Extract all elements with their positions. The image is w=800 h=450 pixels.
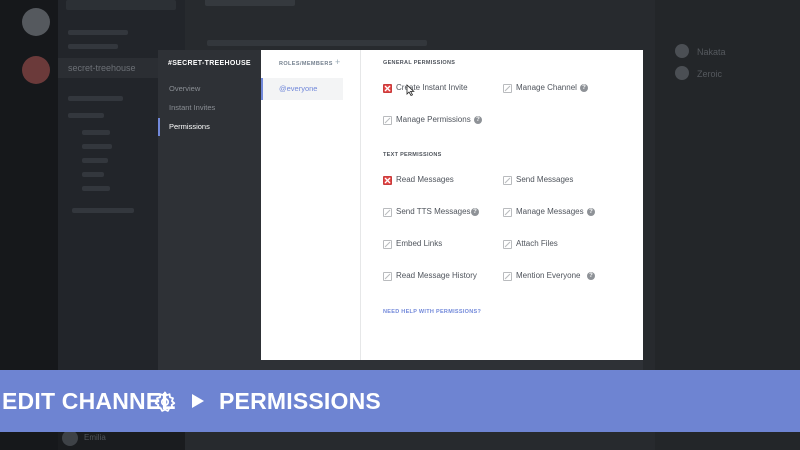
help-icon[interactable]: ? <box>587 208 595 216</box>
perm-label: Embed Links <box>396 239 443 248</box>
deny-checkbox[interactable] <box>383 176 392 185</box>
nav-item-instant-invites[interactable]: Instant Invites <box>158 99 261 117</box>
chat-message <box>207 40 427 46</box>
nav-item-permissions[interactable]: Permissions <box>158 118 261 136</box>
help-icon[interactable]: ? <box>587 272 595 280</box>
roles-header: ROLES/MEMBERS <box>279 61 333 67</box>
perm-manage-messages[interactable]: Manage Messages ? <box>503 207 603 218</box>
slash-icon <box>384 117 391 124</box>
slash-icon <box>384 273 391 280</box>
perm-label: Send Messages <box>516 175 574 184</box>
voice-channel[interactable] <box>68 113 104 118</box>
neutral-checkbox[interactable] <box>383 240 392 249</box>
username: Emilia <box>84 433 106 442</box>
slash-icon <box>504 209 511 216</box>
voice-user <box>82 144 112 149</box>
perm-label: Mention Everyone <box>516 271 581 280</box>
role-item-everyone[interactable]: @everyone <box>261 78 343 100</box>
help-permissions-link[interactable]: NEED HELP WITH PERMISSIONS? <box>383 309 481 315</box>
add-role-button[interactable]: + <box>335 57 340 67</box>
voice-user <box>82 186 110 191</box>
section-title-text: TEXT PERMISSIONS <box>383 152 442 158</box>
x-icon <box>384 177 391 184</box>
voice-channel[interactable] <box>72 208 134 213</box>
perm-read-message-history[interactable]: Read Message History <box>383 271 493 282</box>
member-name: Zeroic <box>697 69 723 79</box>
help-icon[interactable]: ? <box>471 208 479 216</box>
perm-create-instant-invite[interactable]: Create Instant Invite <box>383 83 493 94</box>
perm-mention-everyone[interactable]: Mention Everyone ? <box>503 271 603 282</box>
slash-icon <box>384 241 391 248</box>
perm-label: Manage Channel <box>516 83 577 92</box>
voice-user <box>82 158 108 163</box>
gear-icon <box>154 391 176 412</box>
neutral-checkbox[interactable] <box>383 272 392 281</box>
deny-checkbox[interactable] <box>383 84 392 93</box>
neutral-checkbox[interactable] <box>503 240 512 249</box>
channel-item[interactable] <box>68 30 128 35</box>
perm-label: Manage Permissions <box>396 115 471 124</box>
settings-sidebar: #SECRET-TREEHOUSE Overview Instant Invit… <box>158 50 261 370</box>
neutral-checkbox[interactable] <box>503 176 512 185</box>
member-name: Nakata <box>697 47 726 57</box>
perm-manage-permissions[interactable]: Manage Permissions ? <box>383 115 493 126</box>
perm-label: Manage Messages <box>516 207 584 216</box>
perm-read-messages[interactable]: Read Messages <box>383 175 493 186</box>
neutral-checkbox[interactable] <box>503 272 512 281</box>
perm-attach-files[interactable]: Attach Files <box>503 239 603 250</box>
category-header <box>68 96 123 101</box>
section-title-general: GENERAL PERMISSIONS <box>383 60 456 66</box>
neutral-checkbox[interactable] <box>503 84 512 93</box>
perm-label: Attach Files <box>516 239 558 248</box>
nav-item-overview[interactable]: Overview <box>158 80 261 98</box>
neutral-checkbox[interactable] <box>503 208 512 217</box>
perm-label: Read Message History <box>396 271 477 280</box>
slash-icon <box>384 209 391 216</box>
server-name <box>66 0 176 10</box>
perm-label: Send TTS Messages <box>396 207 471 216</box>
perm-label: Read Messages <box>396 175 454 184</box>
voice-user <box>82 130 110 135</box>
avatar <box>675 66 689 80</box>
voice-user <box>82 172 104 177</box>
channel-item[interactable] <box>68 44 118 49</box>
chat-header <box>205 0 295 6</box>
help-icon[interactable]: ? <box>474 116 482 124</box>
banner-title: EDIT CHANNEL <box>2 388 176 414</box>
settings-content: ROLES/MEMBERS + @everyone GENERAL PERMIS… <box>261 50 643 360</box>
channel-settings-modal: #SECRET-TREEHOUSE Overview Instant Invit… <box>158 50 643 370</box>
title-banner: EDIT CHANNEL PERMISSIONS <box>0 370 800 432</box>
neutral-checkbox[interactable] <box>383 116 392 125</box>
play-arrow-icon <box>192 394 204 408</box>
slash-icon <box>504 85 511 92</box>
perm-send-tts-messages[interactable]: Send TTS Messages ? <box>383 207 493 218</box>
slash-icon <box>504 241 511 248</box>
slash-icon <box>504 177 511 184</box>
banner-subtitle: PERMISSIONS <box>219 388 381 414</box>
avatar <box>62 430 78 446</box>
channel-title: #SECRET-TREEHOUSE <box>168 60 251 67</box>
x-icon <box>384 85 391 92</box>
mouse-cursor-icon <box>406 84 415 96</box>
permissions-panel: GENERAL PERMISSIONS Create Instant Invit… <box>361 50 643 360</box>
neutral-checkbox[interactable] <box>383 208 392 217</box>
roles-list: ROLES/MEMBERS + @everyone <box>261 50 361 360</box>
channel-item-label: secret-treehouse <box>68 63 136 73</box>
avatar <box>675 44 689 58</box>
perm-manage-channel[interactable]: Manage Channel ? <box>503 83 603 94</box>
server-icon[interactable] <box>22 8 50 36</box>
slash-icon <box>504 273 511 280</box>
perm-embed-links[interactable]: Embed Links <box>383 239 493 250</box>
perm-send-messages[interactable]: Send Messages <box>503 175 603 186</box>
server-icon[interactable] <box>22 56 50 84</box>
help-icon[interactable]: ? <box>580 84 588 92</box>
